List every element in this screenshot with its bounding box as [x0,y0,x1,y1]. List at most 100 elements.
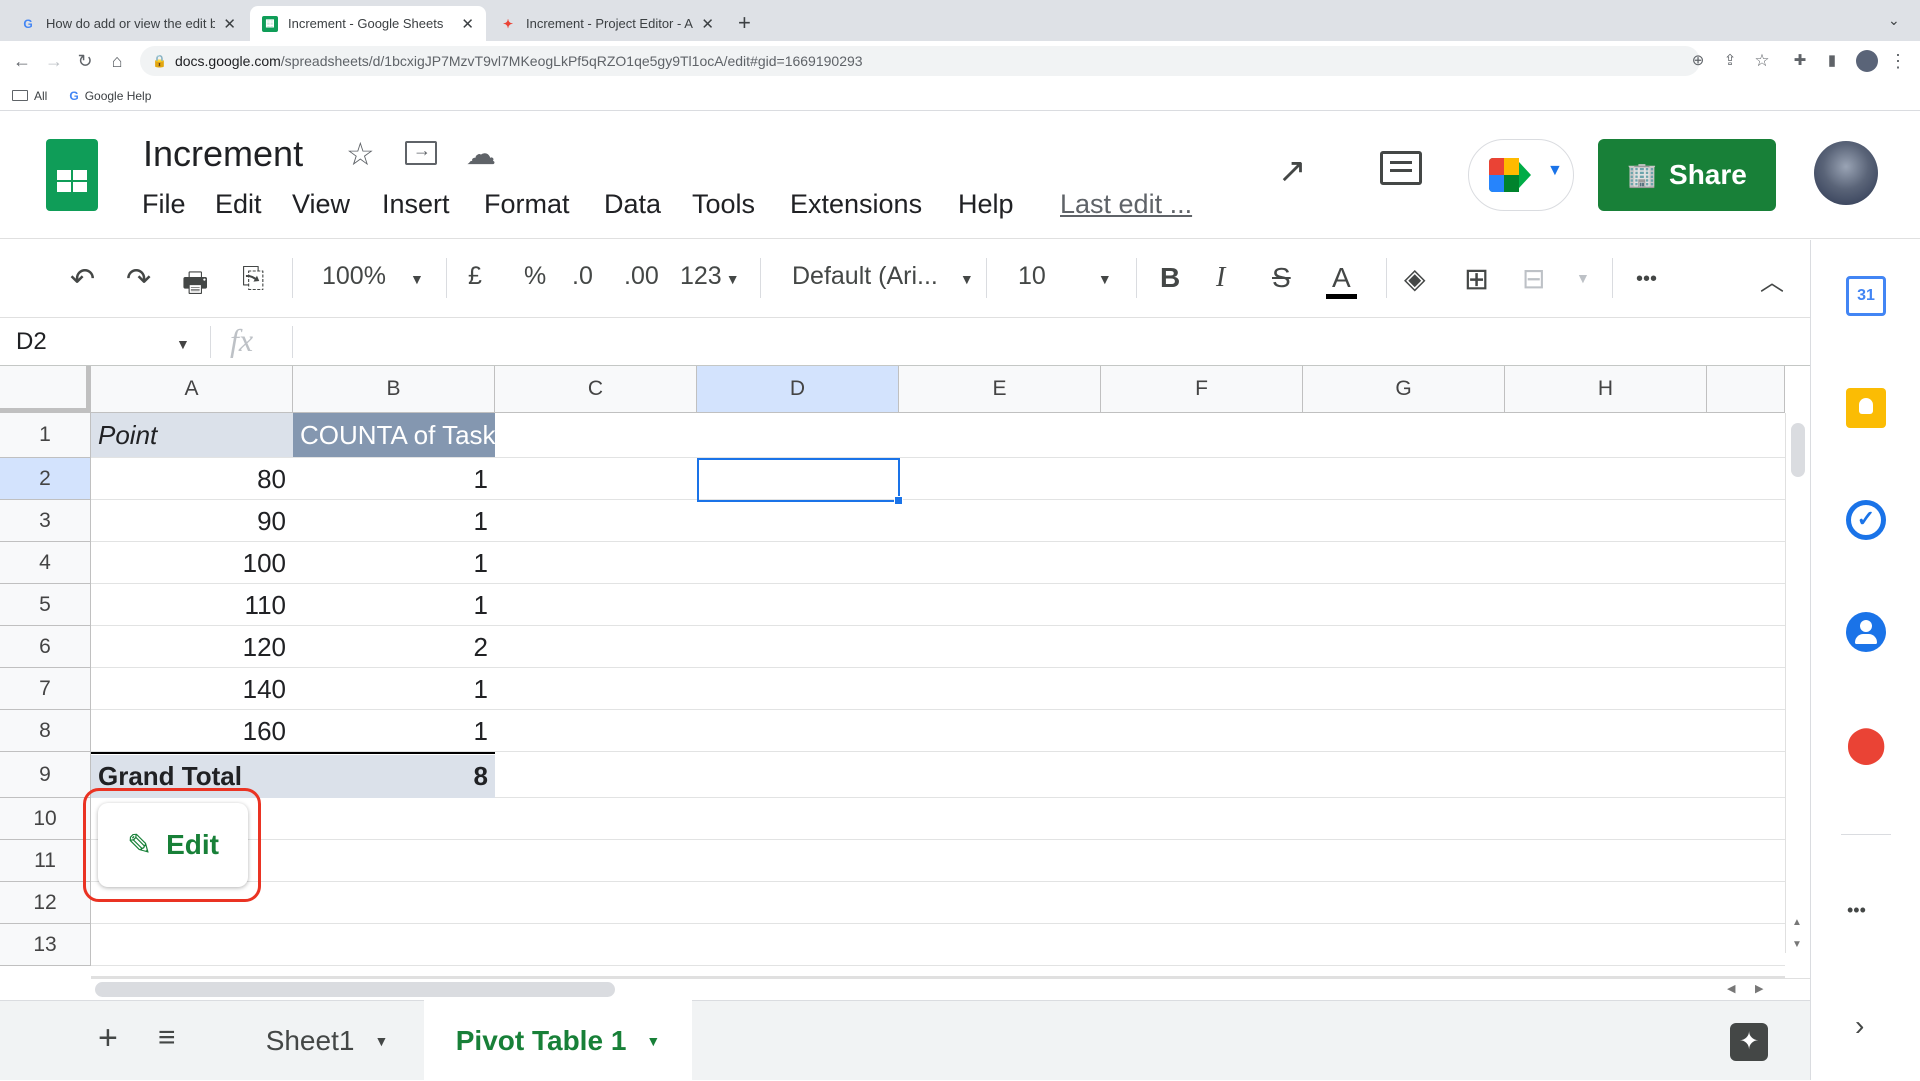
row-header[interactable]: 8 [0,710,91,752]
pivot-row-count[interactable]: 1 [293,668,495,710]
undo-icon[interactable]: ↶ [70,262,95,297]
all-sheets-list-icon[interactable]: ≡ [158,1021,176,1055]
activity-trend-icon[interactable]: ↗ [1278,151,1307,191]
borders-icon[interactable]: ⊞ [1464,262,1489,297]
explore-sparkle-icon[interactable]: ✦ [1730,1023,1768,1061]
add-sheet-button[interactable]: + [98,1019,118,1058]
row-header-selected[interactable]: 2 [0,458,91,500]
fill-color-icon[interactable]: ◈ [1404,262,1426,295]
pivot-row-point[interactable]: 100 [91,542,293,584]
column-header[interactable]: E [899,366,1101,413]
close-icon[interactable]: ✕ [461,15,474,33]
forward-arrow-icon[interactable]: → [42,49,66,73]
grand-total-value[interactable]: 8 [293,755,495,798]
scroll-left-icon[interactable]: ◀ [1727,982,1735,995]
menu-data[interactable]: Data [604,189,661,220]
row-header[interactable]: 13 [0,924,91,966]
browser-tab-active[interactable]: ▦ Increment - Google Sheets ✕ [250,6,486,41]
scroll-up-icon[interactable]: ▲ [1792,917,1802,928]
expand-chevron-icon[interactable]: › [1855,1010,1864,1042]
reload-icon[interactable]: ↻ [73,49,97,73]
browser-tab[interactable]: G How do add or view the edit bu ✕ [8,6,248,41]
tasks-icon[interactable]: ✓ [1846,500,1886,540]
selected-cell-d2[interactable] [697,458,900,502]
row-header[interactable]: 7 [0,668,91,710]
pivot-header-count[interactable]: COUNTA of Task [293,413,495,457]
collapse-chevron-icon[interactable]: ︿ [1760,262,1784,297]
column-header[interactable]: F [1101,366,1303,413]
maps-pin-icon[interactable]: ⬤ [1846,724,1886,764]
column-header[interactable]: C [495,366,697,413]
row-header[interactable]: 4 [0,542,91,584]
bookmark-star-icon[interactable]: ☆ [1750,49,1774,73]
keep-icon[interactable] [1846,388,1886,428]
tab-search-chevron-icon[interactable]: ⌄ [1888,12,1900,29]
row-header[interactable]: 9 [0,752,91,798]
row-header[interactable]: 10 [0,798,91,840]
pivot-row-point[interactable]: 140 [91,668,293,710]
pivot-row-count[interactable]: 1 [293,584,495,626]
bookmark-item[interactable]: G Google Help [69,89,151,103]
kebab-menu-icon[interactable]: ⋮ [1886,49,1910,73]
zoom-select[interactable]: 100% ▼ [322,262,424,291]
select-all-corner[interactable] [0,366,91,413]
pivot-row-count[interactable]: 1 [293,710,495,752]
document-title[interactable]: Increment [143,133,303,175]
scroll-right-icon[interactable]: ▶ [1755,982,1763,995]
edit-pivot-button[interactable]: ✎ Edit [98,803,248,887]
row-header[interactable]: 6 [0,626,91,668]
extensions-icon[interactable]: ✚ [1788,49,1812,73]
fill-handle[interactable] [894,496,903,505]
profile-avatar[interactable] [1856,50,1878,72]
strikethrough-button[interactable]: S [1272,262,1291,294]
column-header[interactable]: B [293,366,495,413]
move-folder-icon[interactable]: → [405,140,437,165]
sheet-tab-sheet1[interactable]: Sheet1 ▼ [232,1001,422,1081]
chevron-down-icon[interactable]: ▼ [1576,270,1590,286]
browser-tab[interactable]: ✦ Increment - Project Editor - Ap ✕ [488,6,726,41]
pivot-row-point[interactable]: 120 [91,626,293,668]
pivot-row-point[interactable]: 80 [91,458,293,500]
redo-icon[interactable]: ↷ [126,262,151,297]
pivot-row-point[interactable]: 160 [91,710,293,752]
row-header[interactable]: 5 [0,584,91,626]
menu-file[interactable]: File [142,189,186,220]
chevron-down-icon[interactable]: ▼ [176,336,190,352]
pivot-row-count[interactable]: 2 [293,626,495,668]
more-apps-icon[interactable]: ••• [1847,900,1866,921]
formula-input[interactable] [300,322,1800,362]
percent-format-button[interactable]: % [524,262,546,291]
pivot-row-point[interactable]: 90 [91,500,293,542]
menu-edit[interactable]: Edit [215,189,262,220]
contacts-icon[interactable] [1846,612,1886,652]
font-family-select[interactable]: Default (Ari... ▼ [792,262,974,291]
zoom-icon[interactable]: ⊕ [1686,49,1710,73]
column-header[interactable]: G [1303,366,1505,413]
bookmark-item[interactable]: All [12,89,47,103]
menu-insert[interactable]: Insert [382,189,450,220]
font-size-select[interactable]: 10 ▼ [1018,262,1112,291]
side-panel-icon[interactable]: ▮ [1820,49,1844,73]
column-header[interactable]: H [1505,366,1707,413]
row-header[interactable]: 11 [0,840,91,882]
vertical-scrollbar[interactable]: ▲ ▼ [1785,413,1810,953]
number-format-select[interactable]: 123 ▼ [680,262,740,291]
close-icon[interactable]: ✕ [701,15,714,33]
merge-cells-icon[interactable]: ⊟ [1522,262,1545,295]
currency-format-button[interactable]: £ [468,262,482,291]
home-icon[interactable]: ⌂ [105,49,129,73]
menu-view[interactable]: View [292,189,350,220]
pivot-row-point[interactable]: 110 [91,584,293,626]
sheet-tab-pivot-table-1[interactable]: Pivot Table 1 ▼ [424,1000,692,1081]
vertical-scroll-thumb[interactable] [1791,423,1805,477]
pivot-header-point[interactable]: Point [91,413,293,457]
bold-button[interactable]: B [1160,262,1180,294]
close-icon[interactable]: ✕ [223,15,236,33]
column-header[interactable]: A [91,366,293,413]
pivot-row-count[interactable]: 1 [293,500,495,542]
menu-help[interactable]: Help [958,189,1014,220]
menu-tools[interactable]: Tools [692,189,755,220]
row-header[interactable]: 12 [0,882,91,924]
spreadsheet-grid[interactable]: A B C D E F G H 1 2 3 4 5 6 7 8 9 10 11 … [0,366,1810,978]
paint-format-icon[interactable]: ⎘ [242,262,264,295]
